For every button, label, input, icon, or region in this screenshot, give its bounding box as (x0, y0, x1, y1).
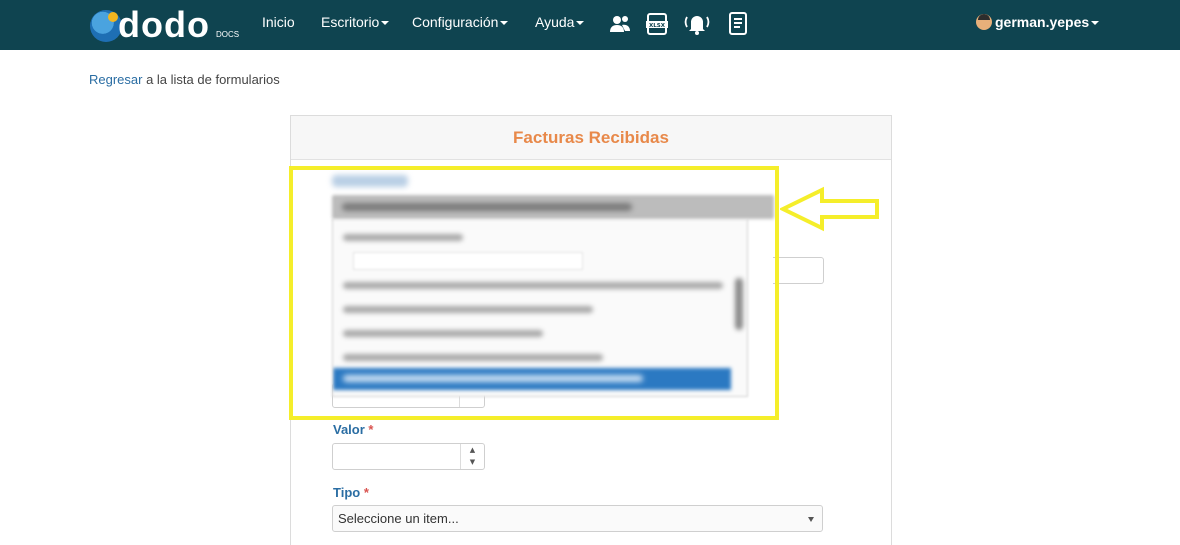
back-line: Regresar a la lista de formularios (89, 72, 280, 87)
form-title: Facturas Recibidas (513, 128, 669, 147)
partially-hidden-input[interactable] (773, 257, 824, 284)
valor-spinner[interactable]: ▲ ▼ (460, 444, 484, 469)
valor-input[interactable]: ▲ ▼ (332, 443, 485, 470)
valor-label-text: Valor (333, 422, 365, 437)
caret-down-icon (1091, 21, 1100, 26)
tipo-label: Tipo * (333, 485, 369, 500)
document-list-icon[interactable] (726, 11, 750, 37)
caret-down-icon (500, 21, 509, 26)
annotation-highlight-box (289, 166, 779, 420)
nav-inicio[interactable]: Inicio (262, 14, 295, 30)
nav-ayuda[interactable]: Ayuda (535, 14, 585, 30)
chevron-down-icon (808, 517, 814, 522)
logo-subtext: DOCS (216, 30, 240, 39)
dodo-logo[interactable]: dodo DOCS (88, 4, 240, 45)
avatar (976, 14, 992, 30)
annotation-arrow-icon (778, 186, 880, 232)
back-link[interactable]: Regresar (89, 72, 142, 87)
tipo-select[interactable]: Seleccione un item... (332, 505, 823, 532)
panel-header: Facturas Recibidas (291, 116, 891, 160)
top-navbar: dodo DOCS Inicio Escritorio Configuració… (0, 0, 1180, 50)
nav-escritorio[interactable]: Escritorio (321, 14, 390, 30)
required-mark: * (363, 485, 369, 500)
nav-configuracion-label: Configuración (412, 14, 499, 30)
user-name: german.yepes (995, 14, 1090, 30)
logo-text: dodo (118, 4, 210, 45)
valor-label: Valor * (333, 422, 373, 437)
bell-alert-icon[interactable] (683, 11, 711, 37)
caret-down-icon (381, 21, 390, 26)
user-menu[interactable]: german.yepes (976, 14, 1100, 30)
required-mark: * (368, 422, 374, 437)
back-text: a la lista de formularios (142, 72, 280, 87)
tipo-selected-value: Seleccione un item... (338, 511, 459, 526)
nav-configuracion[interactable]: Configuración (412, 14, 509, 30)
users-icon[interactable] (608, 11, 632, 37)
nav-inicio-label: Inicio (262, 14, 295, 30)
nav-ayuda-label: Ayuda (535, 14, 575, 30)
svg-text:XLSX: XLSX (649, 23, 666, 29)
nav-escritorio-label: Escritorio (321, 14, 380, 30)
tipo-label-text: Tipo (333, 485, 361, 500)
caret-down-icon (576, 21, 585, 26)
xlsx-file-icon[interactable]: XLSX (645, 11, 669, 37)
